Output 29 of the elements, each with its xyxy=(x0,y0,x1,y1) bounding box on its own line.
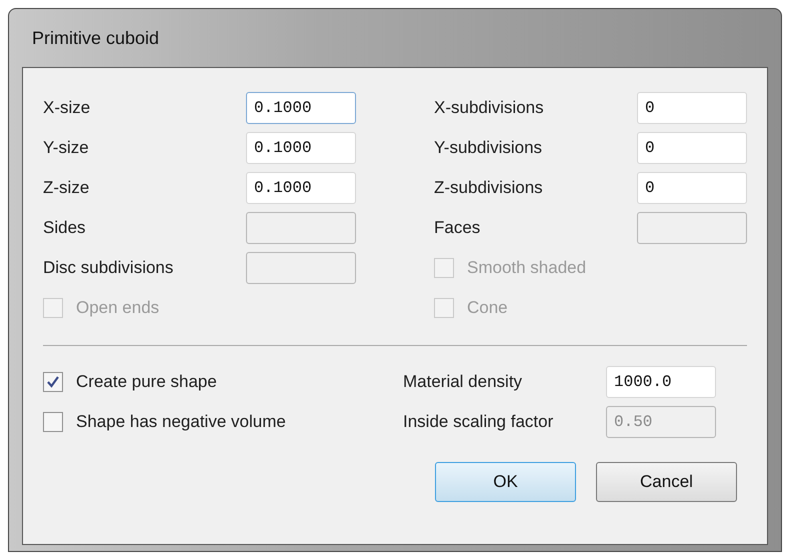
field-label: Y-subdivisions xyxy=(434,137,544,160)
input-field[interactable]: 0 xyxy=(637,172,747,204)
checkmark-icon xyxy=(46,375,60,389)
window-title: Primitive cuboid xyxy=(32,26,160,50)
input-field[interactable]: 0 xyxy=(637,92,747,124)
checkbox-label: Shape has negative volume xyxy=(76,411,286,434)
field-label: Z-size xyxy=(43,177,90,200)
field-label: Y-size xyxy=(43,137,90,160)
input-field[interactable]: 0.1000 xyxy=(246,92,356,124)
checkbox[interactable] xyxy=(43,412,63,432)
field-label: Sides xyxy=(43,217,87,240)
field-label: X-subdivisions xyxy=(434,97,545,120)
field-label: Material density xyxy=(403,371,524,394)
input-field[interactable]: 0.1000 xyxy=(246,172,356,204)
input-field[interactable]: 0.1000 xyxy=(246,132,356,164)
checkbox-label: Cone xyxy=(467,297,508,320)
field-label: Z-subdivisions xyxy=(434,177,544,200)
checkbox-label: Smooth shaded xyxy=(467,257,586,280)
input-field[interactable]: 1000.0 xyxy=(606,366,716,398)
field-label: Inside scaling factor xyxy=(403,411,554,434)
checkbox-label: Open ends xyxy=(76,297,160,320)
field-label: Faces xyxy=(434,217,482,240)
checkbox[interactable] xyxy=(43,372,63,392)
cancel-button[interactable]: Cancel xyxy=(596,462,737,502)
ok-button[interactable]: OK xyxy=(435,462,576,502)
checkbox-label: Create pure shape xyxy=(76,371,217,394)
input-field[interactable]: 0 xyxy=(637,132,747,164)
field-label: Disc subdivisions xyxy=(43,257,174,280)
field-label: X-size xyxy=(43,97,92,120)
